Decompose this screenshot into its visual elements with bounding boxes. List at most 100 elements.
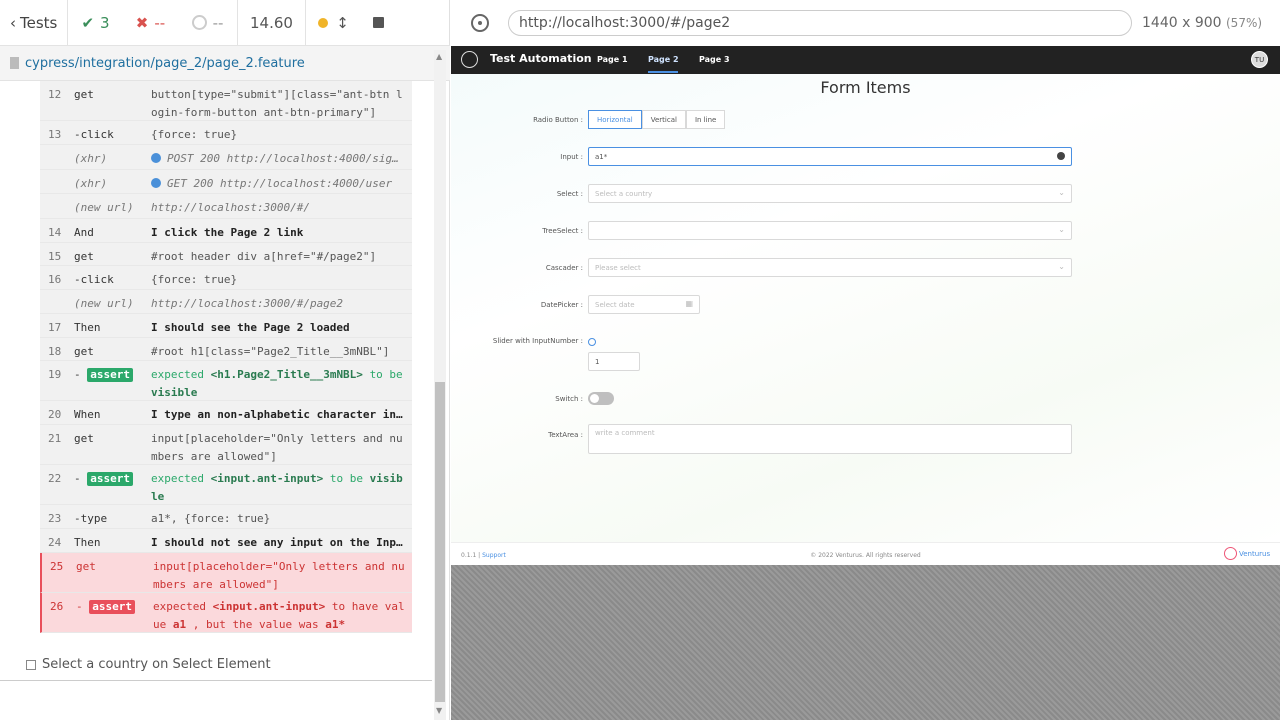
command-name: get: [74, 345, 94, 358]
command-name: -type: [74, 512, 108, 525]
message-part: visible: [151, 386, 198, 399]
cross-icon: ✖: [135, 13, 149, 32]
message-text: I should not see any input on the Inp…: [151, 536, 403, 549]
command-row[interactable]: 24 Then I should not see any input on the …: [40, 529, 412, 553]
radio-inline[interactable]: In line: [685, 110, 726, 129]
command-row[interactable]: (new url) http://localhost:3000/#/: [40, 194, 412, 219]
nav-page-1[interactable]: Page 1: [597, 55, 628, 64]
country-select[interactable]: Select a country ⌄: [588, 184, 1072, 203]
clear-icon[interactable]: [1057, 152, 1065, 160]
command-row[interactable]: 22 - assert expected <input.ant-input> to …: [40, 465, 412, 505]
command-row[interactable]: (xhr) GET 200 http://localhost:4000/user: [40, 170, 412, 194]
command-name: (new url): [74, 297, 134, 310]
command-number: 20: [48, 408, 62, 421]
tests-back-button[interactable]: ‹ Tests: [0, 0, 68, 46]
command-message: expected <input.ant-input> to have value…: [153, 598, 408, 634]
message-text: I should see the Page 2 loaded: [151, 321, 350, 334]
command-row[interactable]: 20 When I type an non-alphabetic character…: [40, 401, 412, 425]
command-row[interactable]: 23 -type a1*, {force: true}: [40, 505, 412, 529]
switch-label: Switch :: [555, 395, 583, 403]
command-row[interactable]: 16 -click {force: true}: [40, 266, 412, 290]
command-row[interactable]: 14 And I click the Page 2 link: [40, 219, 412, 243]
viewport-info[interactable]: 1440 x 900 (57%): [1142, 15, 1262, 31]
command-number: 13: [48, 128, 62, 141]
command-number: 23: [48, 512, 62, 525]
footer-brand[interactable]: Venturus: [1224, 547, 1270, 560]
nav-page-2[interactable]: Page 2: [648, 55, 679, 64]
command-row[interactable]: 21 get input[placeholder="Only letters and…: [40, 425, 412, 465]
app-header: Test Automation Page 1 Page 2 Page 3 TU: [451, 46, 1280, 74]
scroll-up-icon[interactable]: ▲: [436, 52, 442, 61]
chevron-down-icon: ⌄: [1058, 188, 1065, 197]
tree-select[interactable]: ⌄: [588, 221, 1072, 240]
command-name: - assert: [74, 368, 133, 382]
next-test-item[interactable]: Select a country on Select Element: [26, 657, 271, 672]
command-number: 26: [50, 600, 64, 613]
command-row[interactable]: 17 Then I should see the Page 2 loaded: [40, 314, 412, 338]
autoscroll-toggle[interactable]: ↕: [306, 0, 361, 46]
scroll-down-icon[interactable]: ▼: [436, 706, 442, 715]
message-part: expected: [151, 368, 204, 381]
pending-count: --: [178, 0, 238, 46]
command-row[interactable]: 15 get #root header div a[href="#/page2"]: [40, 243, 412, 266]
command-number: 22: [48, 472, 62, 485]
cascader[interactable]: Please select ⌄: [588, 258, 1072, 277]
command-message: I click the Page 2 link: [151, 224, 406, 242]
command-row[interactable]: (xhr) POST 200 http://localhost:4000/sig…: [40, 145, 412, 170]
reporter-scrollbar[interactable]: ▲ ▼: [434, 50, 446, 720]
command-number: 12: [48, 88, 62, 101]
comment-textarea[interactable]: write a comment: [588, 424, 1072, 454]
xhr-status-icon: [151, 153, 161, 163]
reporter-header: ‹ Tests ✔ 3 ✖ -- -- 14.60 ↕: [0, 0, 450, 46]
command-message: {force: true}: [151, 271, 406, 289]
command-name: (xhr): [74, 177, 108, 190]
file-icon: [10, 57, 19, 69]
app-title: Test Automation: [490, 52, 592, 65]
cypress-reporter: ‹ Tests ✔ 3 ✖ -- -- 14.60 ↕ cypress/inte…: [0, 0, 450, 720]
command-message: GET 200 http://localhost:4000/user: [151, 175, 406, 193]
check-icon: ✔: [81, 13, 95, 32]
radio-vertical[interactable]: Vertical: [641, 110, 686, 129]
scroll-thumb[interactable]: [435, 382, 445, 702]
command-number: 24: [48, 536, 62, 549]
command-row[interactable]: 18 get #root h1[class="Page2_Title__3mNBL"…: [40, 338, 412, 361]
text-input[interactable]: a1*: [588, 147, 1072, 166]
stop-button[interactable]: [361, 0, 396, 46]
next-test-title: Select a country on Select Element: [42, 657, 271, 672]
command-name: And: [74, 226, 94, 239]
command-row[interactable]: 13 -click {force: true}: [40, 121, 412, 145]
chevron-down-icon: ⌄: [1058, 262, 1065, 271]
message-text: #root header div a[href="#/page2"]: [151, 250, 377, 263]
message-part: a1*: [325, 618, 346, 631]
footer-copyright: © 2022 Venturus. All rights reserved: [810, 552, 921, 559]
command-row[interactable]: 12 get button[type="submit"][class="ant-bt…: [40, 81, 412, 121]
number-input[interactable]: 1: [588, 352, 640, 371]
command-row[interactable]: 25 get input[placeholder="Only letters and…: [40, 553, 412, 593]
command-row[interactable]: 19 - assert expected <h1.Page2_Title__3mNB…: [40, 361, 412, 401]
message-text: http://localhost:3000/#/page2: [151, 297, 344, 310]
chevron-down-icon: ⌄: [1058, 225, 1065, 234]
active-nav-indicator: [648, 71, 678, 73]
command-row[interactable]: 26 - assert expected <input.ant-input> to …: [40, 593, 412, 633]
app-logo-icon: [461, 51, 478, 68]
slider-handle[interactable]: [588, 338, 596, 346]
assert-badge: assert: [87, 472, 133, 486]
aut-toolbar: http://localhost:3000/#/page2 1440 x 900…: [451, 0, 1280, 46]
date-picker[interactable]: Select date ▦: [588, 295, 700, 314]
command-row[interactable]: (new url) http://localhost:3000/#/page2: [40, 290, 412, 314]
command-name: Then: [74, 321, 101, 334]
avatar[interactable]: TU: [1251, 51, 1268, 68]
spec-file-bar[interactable]: cypress/integration/page_2/page_2.featur…: [0, 46, 450, 81]
command-name: get: [74, 432, 94, 445]
datepicker-label: DatePicker :: [540, 301, 583, 309]
toggle-switch[interactable]: [588, 392, 614, 405]
command-message: expected <h1.Page2_Title__3mNBL> to be v…: [151, 366, 406, 402]
message-text: POST 200 http://localhost:4000/sig…: [167, 152, 399, 165]
command-name: - assert: [74, 472, 133, 486]
selector-playground-icon[interactable]: [471, 14, 489, 32]
nav-page-3[interactable]: Page 3: [699, 55, 730, 64]
divider: [0, 680, 432, 681]
venturus-logo-icon: [1224, 547, 1237, 560]
command-name: - assert: [76, 600, 135, 614]
radio-horizontal[interactable]: Horizontal: [588, 110, 642, 129]
